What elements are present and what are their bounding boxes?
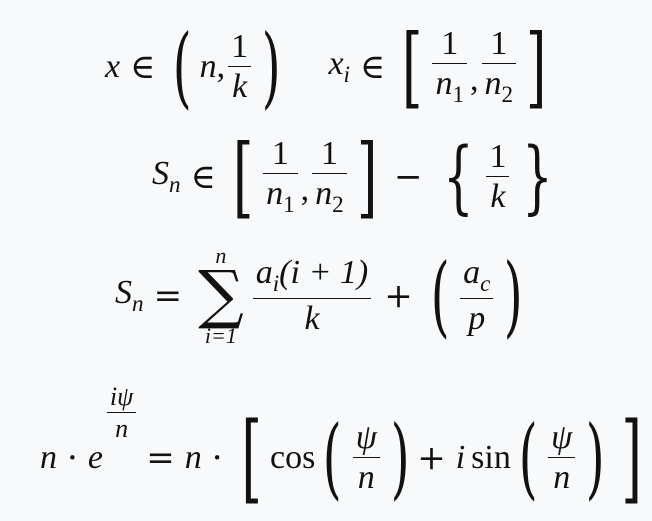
left-paren: ( xyxy=(430,244,450,347)
var-n: n xyxy=(199,48,217,85)
left-paren: ( xyxy=(172,15,192,118)
numerator: 1 xyxy=(490,24,508,62)
var-n: n xyxy=(40,439,57,476)
var-S-n: Sn xyxy=(152,154,181,199)
denominator: k xyxy=(490,178,506,215)
equals-symbol: = xyxy=(146,438,175,478)
right-bracket: ] xyxy=(356,125,378,228)
comma: , xyxy=(470,61,479,98)
cdot-symbol: · xyxy=(67,438,78,478)
numerator: 1 xyxy=(320,134,338,172)
right-brace: } xyxy=(522,130,554,223)
sum-lower-limit: i=1 xyxy=(204,322,237,348)
imaginary-unit: i xyxy=(455,439,466,476)
left-bracket: [ xyxy=(241,402,262,514)
left-bracket: [ xyxy=(232,125,254,228)
numerator: ai(i + 1) xyxy=(255,253,369,297)
plus-symbol: + xyxy=(417,438,446,478)
var-x-i: xi xyxy=(328,44,350,89)
exponent-fraction: iψ n xyxy=(106,382,137,443)
fraction-1-over-k: 1 k xyxy=(228,28,252,105)
var-e: e xyxy=(87,439,103,476)
right-paren: ) xyxy=(390,406,410,509)
left-paren: ( xyxy=(323,406,342,509)
numerator: 1 xyxy=(489,138,507,175)
numerator: 1 xyxy=(441,24,459,62)
right-paren: ) xyxy=(504,244,523,347)
equals-symbol: = xyxy=(153,276,183,316)
sin-function: sin xyxy=(471,439,511,476)
equation-summation: Sn = n ∑ i=1 ai(i + 1) k + ( ac p ) xyxy=(115,240,531,352)
var-S-n: Sn xyxy=(115,273,144,318)
denominator: n2 xyxy=(484,64,514,108)
element-of-symbol: ∈ xyxy=(130,47,156,87)
denominator: n1 xyxy=(266,174,295,218)
denominator: n1 xyxy=(435,64,465,108)
left-paren: ( xyxy=(518,406,538,509)
plus-symbol: + xyxy=(384,276,413,316)
comma: , xyxy=(216,48,226,85)
right-bracket: ] xyxy=(621,402,642,514)
equation-euler-formula: n · e iψ n = n · [ cos ( ψ n ) + i sin (… xyxy=(40,378,650,508)
var-n: n xyxy=(184,439,202,476)
denominator: k xyxy=(232,68,248,105)
denominator: n2 xyxy=(315,174,344,218)
fraction-1-over-n2: 1 n2 xyxy=(481,24,517,108)
denominator: n xyxy=(115,414,129,443)
numerator: ψ xyxy=(355,419,377,456)
comma: , xyxy=(300,171,310,208)
denominator: n xyxy=(357,459,375,496)
fraction-1-over-n1: 1 n1 xyxy=(263,134,298,218)
numerator: 1 xyxy=(271,134,289,172)
var-x: x xyxy=(105,48,121,85)
numerator: 1 xyxy=(231,28,249,65)
numerator: ψ xyxy=(551,419,573,456)
fraction-1-over-k: 1 k xyxy=(486,138,510,215)
sigma-symbol: ∑ xyxy=(198,258,244,333)
right-paren: ) xyxy=(261,15,281,118)
right-paren: ) xyxy=(586,406,605,509)
element-of-symbol: ∈ xyxy=(190,157,216,197)
minus-symbol: − xyxy=(394,157,423,197)
summation-operator: n ∑ i=1 xyxy=(198,245,244,347)
cdot-symbol: · xyxy=(211,438,223,478)
element-of-symbol: ∈ xyxy=(359,47,386,87)
denominator: p xyxy=(468,300,486,338)
numerator: ac xyxy=(463,253,491,297)
cos-function: cos xyxy=(270,439,316,476)
left-bracket: [ xyxy=(402,15,423,118)
left-brace: { xyxy=(442,130,474,223)
equation-interval-x: x ∈ ( n , 1 k ) xi ∈ [ 1 n1 , 1 n2 ] xyxy=(105,22,553,112)
equation-set-difference: Sn ∈ [ 1 n1 , 1 n2 ] − { 1 k } xyxy=(152,132,563,222)
fraction-ac-over-p: ac p xyxy=(460,253,494,338)
right-bracket: ] xyxy=(525,15,547,118)
fraction-ai-over-k: ai(i + 1) k xyxy=(252,253,372,338)
fraction-psi-over-n: ψ n xyxy=(548,419,576,496)
numerator: iψ xyxy=(109,382,134,411)
fraction-1-over-n1: 1 n1 xyxy=(432,24,468,108)
fraction-1-over-n2: 1 n2 xyxy=(312,134,347,218)
fraction-psi-over-n: ψ n xyxy=(352,419,380,496)
denominator: n xyxy=(553,459,571,496)
denominator: k xyxy=(304,300,320,338)
